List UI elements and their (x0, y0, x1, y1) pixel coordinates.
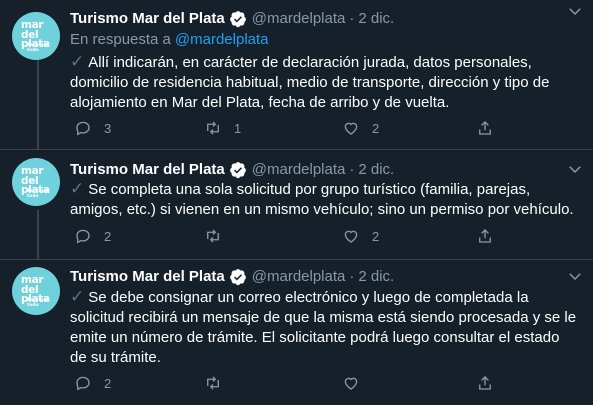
tweet-body: Se debe consignar un correo electrónico … (70, 289, 577, 366)
retweet-icon (207, 229, 219, 243)
chevron-down-icon[interactable] (566, 267, 584, 285)
like-count: 2 (372, 228, 380, 244)
check-mark-icon: ✓ (70, 287, 85, 306)
logo-subtext: Tenemos todo (27, 189, 50, 199)
verified-badge-icon (229, 10, 246, 27)
reply-icon (76, 229, 90, 244)
logo-subtext: Tenemos todo (27, 43, 50, 53)
separator-dot: · (349, 160, 355, 178)
author-handle[interactable]: @mardelplata (252, 268, 346, 285)
retweet-icon (207, 121, 219, 135)
tweet-body: Allí indicarán, en carácter de declaraci… (70, 54, 550, 111)
chevron-down-icon[interactable] (566, 160, 584, 178)
retweet-count: 1 (234, 120, 242, 136)
share-button[interactable] (476, 226, 494, 246)
tweet-text: ✓ Allí indicarán, en carácter de declarac… (70, 52, 580, 113)
separator-dot: · (349, 267, 355, 285)
check-mark-icon: ✓ (70, 179, 85, 198)
thread-line (37, 210, 39, 260)
share-icon (479, 229, 491, 243)
tweet-date[interactable]: 2 dic. (358, 10, 394, 27)
share-icon (479, 376, 491, 390)
check-mark-icon: ✓ (70, 52, 85, 71)
tweet[interactable]: mar del plata Tenemos todo Turismo Mar d… (0, 0, 593, 150)
reply-mention-link[interactable]: @mardelplata (175, 31, 269, 48)
heart-icon (344, 377, 358, 390)
reply-count: 3 (104, 120, 112, 136)
avatar[interactable]: mar del plata Tenemos todo (12, 158, 60, 206)
tweet-text: ✓ Se completa una sola solicitud por grup… (70, 179, 580, 220)
tweet-actions: 2 2 (70, 226, 570, 246)
heart-icon (344, 122, 358, 135)
reply-context: En respuesta a @mardelplata (70, 31, 269, 48)
tweet-header: Turismo Mar del Plata @mardelplata · 2 d… (70, 265, 394, 287)
tweet-date[interactable]: 2 dic. (358, 161, 394, 178)
reply-count: 2 (104, 375, 112, 391)
reply-count: 2 (104, 228, 112, 244)
share-icon (479, 121, 491, 135)
author-name[interactable]: Turismo Mar del Plata (70, 268, 225, 285)
like-count: 2 (372, 120, 380, 136)
like-button[interactable]: 2 (342, 226, 379, 246)
chevron-down-icon[interactable] (566, 2, 584, 20)
tweet-actions: 2 (70, 373, 570, 393)
tweet-actions: 3 1 2 (70, 118, 570, 138)
avatar[interactable]: mar del plata Tenemos todo (12, 12, 60, 60)
reply-button[interactable]: 2 (74, 373, 111, 393)
tweet-header: Turismo Mar del Plata @mardelplata · 2 d… (70, 7, 394, 29)
tweet[interactable]: mar del plata Tenemos todo Turismo Mar d… (0, 260, 593, 405)
retweet-button[interactable]: 1 (204, 118, 241, 138)
author-name[interactable]: Turismo Mar del Plata (70, 161, 225, 178)
reply-icon (76, 121, 90, 136)
avatar[interactable]: mar del plata Tenemos todo (12, 267, 60, 315)
logo-subtext: Tenemos todo (27, 298, 50, 308)
tweet-body: Se completa una sola solicitud por grupo… (70, 181, 574, 218)
reply-button[interactable]: 3 (74, 118, 111, 138)
tweet-date[interactable]: 2 dic. (358, 268, 394, 285)
like-button[interactable]: 2 (342, 118, 379, 138)
thread-line (37, 60, 39, 150)
verified-badge-icon (229, 161, 246, 178)
retweet-icon (207, 376, 219, 390)
author-name[interactable]: Turismo Mar del Plata (70, 10, 225, 27)
share-button[interactable] (476, 118, 494, 138)
retweet-button[interactable] (204, 373, 234, 393)
share-button[interactable] (476, 373, 494, 393)
reply-button[interactable]: 2 (74, 226, 111, 246)
author-handle[interactable]: @mardelplata (252, 161, 346, 178)
heart-icon (344, 230, 358, 243)
like-button[interactable] (342, 373, 372, 393)
tweet-text: ✓ Se debe consignar un correo electrónico… (70, 287, 580, 368)
reply-prefix: En respuesta a (70, 31, 171, 48)
retweet-button[interactable] (204, 226, 234, 246)
author-handle[interactable]: @mardelplata (252, 10, 346, 27)
tweet[interactable]: mar del plata Tenemos todo Turismo Mar d… (0, 150, 593, 260)
tweet-header: Turismo Mar del Plata @mardelplata · 2 d… (70, 158, 394, 180)
reply-icon (76, 376, 90, 391)
separator-dot: · (349, 9, 355, 27)
verified-badge-icon (229, 268, 246, 285)
